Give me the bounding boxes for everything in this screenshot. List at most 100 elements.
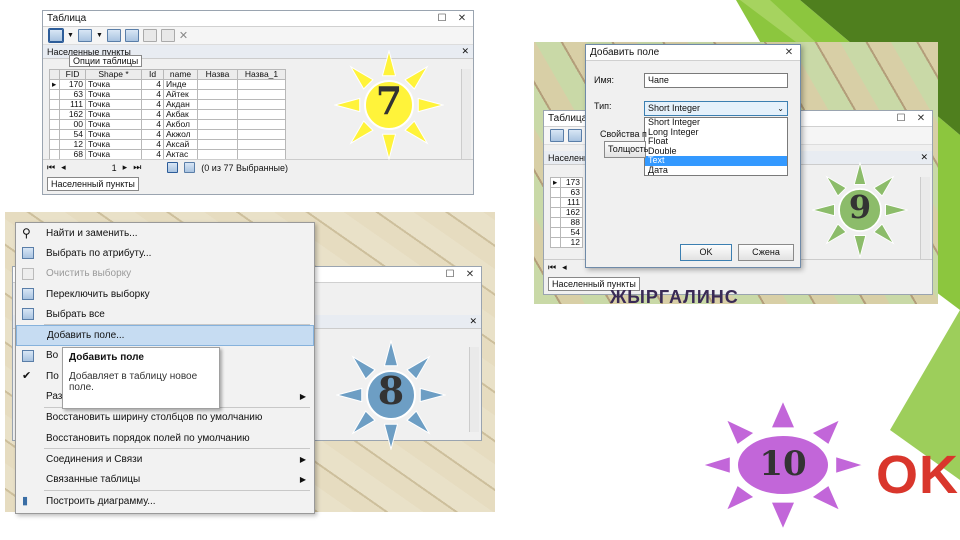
- menu-item[interactable]: Добавить поле...: [16, 325, 314, 346]
- table-cell: Акжол: [163, 129, 198, 140]
- close-tab-icon[interactable]: ✕: [461, 46, 469, 57]
- close-tab-icon[interactable]: ✕: [469, 316, 477, 327]
- table-row[interactable]: 111: [550, 197, 583, 208]
- table-options-icon[interactable]: [48, 28, 64, 43]
- row-selector[interactable]: [550, 237, 561, 248]
- type-option[interactable]: Дата: [645, 165, 787, 176]
- switch-selection-icon[interactable]: [124, 29, 139, 42]
- next-record-icon[interactable]: ▸: [123, 162, 128, 173]
- last-record-icon[interactable]: ⏭: [133, 162, 141, 173]
- menu-item[interactable]: Соединения и Связи ▶: [16, 449, 314, 469]
- table-cell: 63: [560, 187, 583, 198]
- previous-record-icon[interactable]: ◂: [61, 162, 66, 173]
- maximize-icon[interactable]: ☐: [443, 268, 457, 282]
- table-row[interactable]: 68 Точка 4 Актас: [49, 149, 286, 160]
- row-selector[interactable]: [49, 109, 60, 120]
- dropdown-arrow-icon[interactable]: ▼: [67, 32, 74, 39]
- menu-item[interactable]: Переключить выборку: [16, 284, 314, 304]
- table-row[interactable]: 162: [550, 207, 583, 218]
- close-icon[interactable]: ✕: [914, 112, 928, 126]
- row-selector[interactable]: [550, 197, 561, 208]
- column-header[interactable]: FID: [59, 69, 86, 80]
- delete-selected-icon[interactable]: ✕: [179, 29, 188, 42]
- table-row[interactable]: 162 Точка 4 Акбак: [49, 109, 286, 120]
- menu-item[interactable]: Выбрать все: [16, 304, 314, 324]
- vertical-scrollbar[interactable]: [461, 69, 471, 159]
- field-type-select[interactable]: Short Integer ⌄: [644, 101, 788, 116]
- maximize-icon[interactable]: ☐: [894, 112, 908, 126]
- row-selector[interactable]: [550, 227, 561, 238]
- close-icon[interactable]: ✕: [782, 46, 796, 60]
- close-icon[interactable]: ✕: [463, 268, 477, 282]
- previous-record-icon[interactable]: ◂: [562, 262, 567, 273]
- table-row[interactable]: ▸ 170 Точка 4 Инде: [49, 79, 286, 90]
- type-label: Тип:: [594, 101, 612, 111]
- related-tables-icon[interactable]: [568, 129, 582, 142]
- table-row[interactable]: 12 Точка 4 Аксай: [49, 139, 286, 150]
- menu-item[interactable]: Связанные таблицы ▶: [16, 470, 314, 490]
- table-options-icon[interactable]: [550, 129, 564, 142]
- table-row[interactable]: 12: [550, 237, 583, 248]
- column-header[interactable]: Назва: [197, 69, 238, 80]
- zoom-to-selected-icon[interactable]: [160, 29, 175, 42]
- row-selector[interactable]: ▸: [550, 177, 561, 188]
- type-option[interactable]: Double: [645, 146, 787, 157]
- first-record-icon[interactable]: ⏮: [548, 262, 556, 273]
- table-row[interactable]: 111 Точка 4 Акдан: [49, 99, 286, 110]
- cancel-button[interactable]: Сжена: [738, 244, 794, 261]
- column-header[interactable]: Id: [141, 69, 164, 80]
- field-name-input[interactable]: Чапе: [644, 73, 788, 88]
- row-selector[interactable]: [49, 99, 60, 110]
- current-record[interactable]: 1: [112, 163, 117, 173]
- dropdown-arrow-icon[interactable]: ▼: [96, 32, 103, 39]
- vertical-scrollbar[interactable]: [469, 347, 479, 432]
- row-selector[interactable]: [550, 217, 561, 228]
- menu-item-label: Очистить выборку: [46, 268, 132, 280]
- table-cell: [197, 149, 238, 160]
- vertical-scrollbar[interactable]: [920, 177, 930, 261]
- row-selector[interactable]: [550, 187, 561, 198]
- table-cell: [237, 129, 286, 140]
- sun-ray: [853, 235, 867, 258]
- row-selector[interactable]: [49, 89, 60, 100]
- table-row[interactable]: 63: [550, 187, 583, 198]
- row-selector[interactable]: [49, 129, 60, 140]
- column-header[interactable]: name: [163, 69, 198, 80]
- row-selector[interactable]: [49, 149, 60, 160]
- table-cell: [237, 119, 286, 130]
- clear-selection-icon[interactable]: [142, 29, 157, 42]
- table-row[interactable]: 63 Точка 4 Айтек: [49, 89, 286, 100]
- related-tables-icon[interactable]: [77, 29, 92, 42]
- menu-item[interactable]: ⚲ Найти и заменить...: [16, 223, 314, 243]
- ok-button[interactable]: OK: [680, 244, 732, 261]
- table-row[interactable]: 54 Точка 4 Акжол: [49, 129, 286, 140]
- column-header[interactable]: Назва_1: [237, 69, 286, 80]
- sun-ray: [725, 418, 756, 446]
- menu-item[interactable]: Восстановить порядок полей по умолчанию: [16, 428, 314, 448]
- show-selected-records-icon[interactable]: [184, 162, 196, 173]
- select-by-attribute-icon[interactable]: [106, 29, 121, 42]
- menu-item[interactable]: Восстановить ширину столбцов по умолчани…: [16, 408, 314, 428]
- row-selector[interactable]: [49, 139, 60, 150]
- row-selector[interactable]: [550, 207, 561, 218]
- row-selector[interactable]: [49, 119, 60, 130]
- properties-button[interactable]: Толщость: [604, 141, 648, 158]
- menu-item[interactable]: ▮ Построить диаграмму...: [16, 491, 314, 511]
- layer-tab[interactable]: Населенный пункты: [47, 177, 139, 191]
- sun-ray: [381, 133, 397, 160]
- show-all-records-icon[interactable]: [167, 162, 179, 173]
- ok-caption: OK: [876, 445, 959, 505]
- maximize-icon[interactable]: ☐: [435, 12, 449, 26]
- table-row[interactable]: 00 Точка 4 Акбол: [49, 119, 286, 130]
- column-header[interactable]: Shape *: [85, 69, 142, 80]
- table-row[interactable]: ▸ 173: [550, 177, 583, 188]
- table-row[interactable]: 54: [550, 227, 583, 238]
- close-icon[interactable]: ✕: [455, 12, 469, 26]
- row-selector[interactable]: ▸: [49, 79, 60, 90]
- table-row[interactable]: 88: [550, 217, 583, 228]
- table-cell: 68: [59, 149, 86, 160]
- menu-item[interactable]: Выбрать по атрибуту...: [16, 243, 314, 263]
- close-tab-icon[interactable]: ✕: [920, 152, 928, 163]
- menu-item[interactable]: Очистить выборку: [16, 264, 314, 284]
- first-record-icon[interactable]: ⏮: [47, 162, 55, 173]
